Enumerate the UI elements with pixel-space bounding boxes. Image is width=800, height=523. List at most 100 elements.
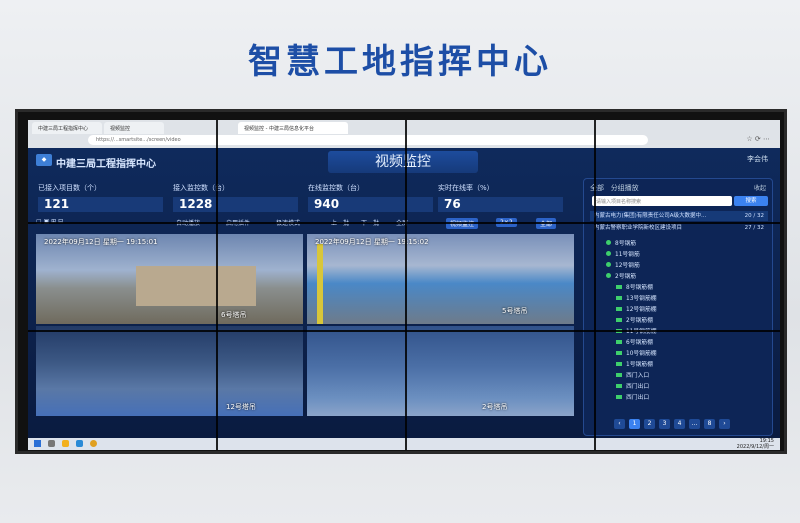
tree-item[interactable]: 12号钢筋 (606, 261, 756, 272)
browser-chrome: 中建三局工程指挥中心 视频监控 视频监控 - 中建三局信息化平台 https:/… (28, 120, 780, 148)
bezel-divider (405, 120, 407, 450)
folder-icon[interactable] (62, 440, 69, 447)
tree-item-label: 1号钢筋棚 (626, 362, 653, 368)
page-button[interactable]: … (689, 419, 700, 429)
online-dot-icon (606, 273, 611, 278)
page-button[interactable]: 1 (629, 419, 640, 429)
camera-icon (616, 296, 622, 300)
stat-projects: 已接入项目数（个） 121 (38, 183, 163, 212)
page-title: 视频监控 (328, 151, 478, 173)
feed-caption: 6号塔吊 (221, 311, 247, 319)
sidebar-tab-group[interactable]: 分组播放 (611, 184, 639, 192)
stat-value: 1228 (173, 197, 298, 212)
tree-item-label: 12号钢筋棚 (626, 307, 657, 313)
camera-icon (616, 307, 622, 311)
user-name[interactable]: 李会伟 (747, 154, 768, 164)
page-button[interactable]: › (719, 419, 730, 429)
tree-item[interactable]: 10号钢筋棚 (606, 349, 756, 360)
tree-item[interactable]: 13号钢筋棚 (606, 294, 756, 305)
search-icon[interactable] (48, 440, 55, 447)
project-count: 27 / 32 (744, 225, 764, 231)
tree-item[interactable]: 11号钢筋棚 (606, 327, 756, 338)
video-feed-3[interactable]: 12号塔吊 (36, 326, 303, 416)
edge-icon[interactable] (76, 440, 83, 447)
stat-online: 在线监控数（台） 940 (308, 183, 433, 212)
tree-item[interactable]: 西门出口 (606, 382, 756, 393)
stat-label: 已接入项目数（个） (38, 184, 101, 192)
tree-item-label: 11号钢筋 (615, 252, 640, 258)
camera-icon (616, 373, 622, 377)
browser-tab-2[interactable]: 视频监控 (104, 122, 164, 134)
browser-tab-1[interactable]: 中建三局工程指挥中心 (32, 122, 102, 134)
chrome-icon[interactable] (90, 440, 97, 447)
bezel-divider (28, 222, 780, 224)
tree-item[interactable]: 2号钢筋棚 (606, 316, 756, 327)
tree-item-label: 2号钢筋棚 (626, 318, 653, 324)
video-feed-1[interactable]: 2022年09月12日 星期一 19:15:01 6号塔吊 (36, 234, 303, 324)
clock-date: 2022/9/12/周一 (736, 444, 774, 450)
stat-label: 在线监控数（台） (308, 184, 364, 192)
tree-item[interactable]: 8号钢筋棚 (606, 283, 756, 294)
camera-icon (616, 351, 622, 355)
wall-title: 智慧工地指挥中心 (248, 42, 552, 82)
bezel-divider (594, 120, 596, 450)
tree-item[interactable]: 6号钢筋棚 (606, 338, 756, 349)
sidebar-tab-all[interactable]: 全部 (590, 184, 604, 192)
stat-label: 接入监控数（台） (173, 184, 229, 192)
tree-item[interactable]: 1号钢筋棚 (606, 360, 756, 371)
bezel-divider (28, 330, 780, 332)
camera-tree: 8号钢筋 11号钢筋 12号钢筋 2号钢筋 8号钢筋棚 13号钢筋棚 12号钢筋棚 2号钢筋棚… (606, 239, 756, 404)
tree-item[interactable]: 11号钢筋 (606, 250, 756, 261)
tree-item[interactable]: 2号钢筋 (606, 272, 756, 283)
tree-item[interactable]: 8号钢筋 (606, 239, 756, 250)
tree-item-label: 西门出口 (626, 395, 650, 401)
tree-item-label: 10号钢筋棚 (626, 351, 657, 357)
building-shape (136, 266, 256, 306)
tree-item[interactable]: 西门出口 (606, 393, 756, 404)
taskbar-clock[interactable]: 19:15 2022/9/12/周一 (737, 438, 774, 450)
crane-shape (317, 244, 323, 324)
page-button[interactable]: 8 (704, 419, 715, 429)
video-feed-4[interactable]: 2号塔吊 (307, 326, 574, 416)
online-dot-icon (606, 240, 611, 245)
feed-timestamp: 2022年09月12日 星期一 19:15:01 (44, 238, 158, 246)
video-wall: 中建三局工程指挥中心 视频监控 视频监控 - 中建三局信息化平台 https:/… (15, 109, 787, 454)
feed-caption: 5号塔吊 (502, 307, 528, 315)
tree-item-label: 12号钢筋 (615, 263, 640, 269)
project-item[interactable]: 内蒙古电力(集团)有限责任公司A级大数据中... 20 / 32 (590, 211, 768, 221)
project-item[interactable]: 内蒙古警察职业学院新校区建设项目 27 / 32 (590, 223, 768, 233)
video-feed-2[interactable]: 2022年09月12日 星期一 19:15:02 5号塔吊 (307, 234, 574, 324)
tree-item-label: 西门出口 (626, 384, 650, 390)
taskbar: 19:15 2022/9/12/周一 (28, 438, 780, 450)
search-button[interactable]: 搜索 (734, 196, 768, 206)
stat-value: 121 (38, 197, 163, 212)
page-button[interactable]: 2 (644, 419, 655, 429)
camera-icon (616, 362, 622, 366)
project-count: 20 / 32 (744, 213, 764, 219)
stat-label: 实时在线率（%） (438, 184, 494, 192)
camera-icon (616, 318, 622, 322)
tree-item-label: 13号钢筋棚 (626, 296, 657, 302)
tree-item-label: 8号钢筋 (615, 241, 637, 247)
search-input[interactable]: 请输入项目名称搜索 (592, 196, 732, 206)
collapse-button[interactable]: 收起 (754, 183, 766, 192)
page-button[interactable]: 4 (674, 419, 685, 429)
page-button[interactable]: ‹ (614, 419, 625, 429)
feed-timestamp: 2022年09月12日 星期一 19:15:02 (315, 238, 429, 246)
page-button[interactable]: 3 (659, 419, 670, 429)
online-dot-icon (606, 262, 611, 267)
url-bar[interactable]: https://...smartsite.../screen/video (88, 135, 648, 145)
tree-item-label: 6号钢筋棚 (626, 340, 653, 346)
bezel-divider (216, 120, 218, 450)
screen: 中建三局工程指挥中心 视频监控 视频监控 - 中建三局信息化平台 https:/… (28, 120, 780, 450)
browser-toolbar-icons[interactable]: ☆ ⟳ ⋯ (746, 135, 770, 143)
camera-icon (616, 384, 622, 388)
tree-item-label: 2号钢筋 (615, 274, 637, 280)
stat-cameras: 接入监控数（台） 1228 (173, 183, 298, 212)
tree-item-label: 8号钢筋棚 (626, 285, 653, 291)
tree-item[interactable]: 12号钢筋棚 (606, 305, 756, 316)
start-icon[interactable] (34, 440, 41, 447)
browser-tab-3[interactable]: 视频监控 - 中建三局信息化平台 (238, 122, 348, 134)
tree-item[interactable]: 西门入口 (606, 371, 756, 382)
tree-item-label: 西门入口 (626, 373, 650, 379)
